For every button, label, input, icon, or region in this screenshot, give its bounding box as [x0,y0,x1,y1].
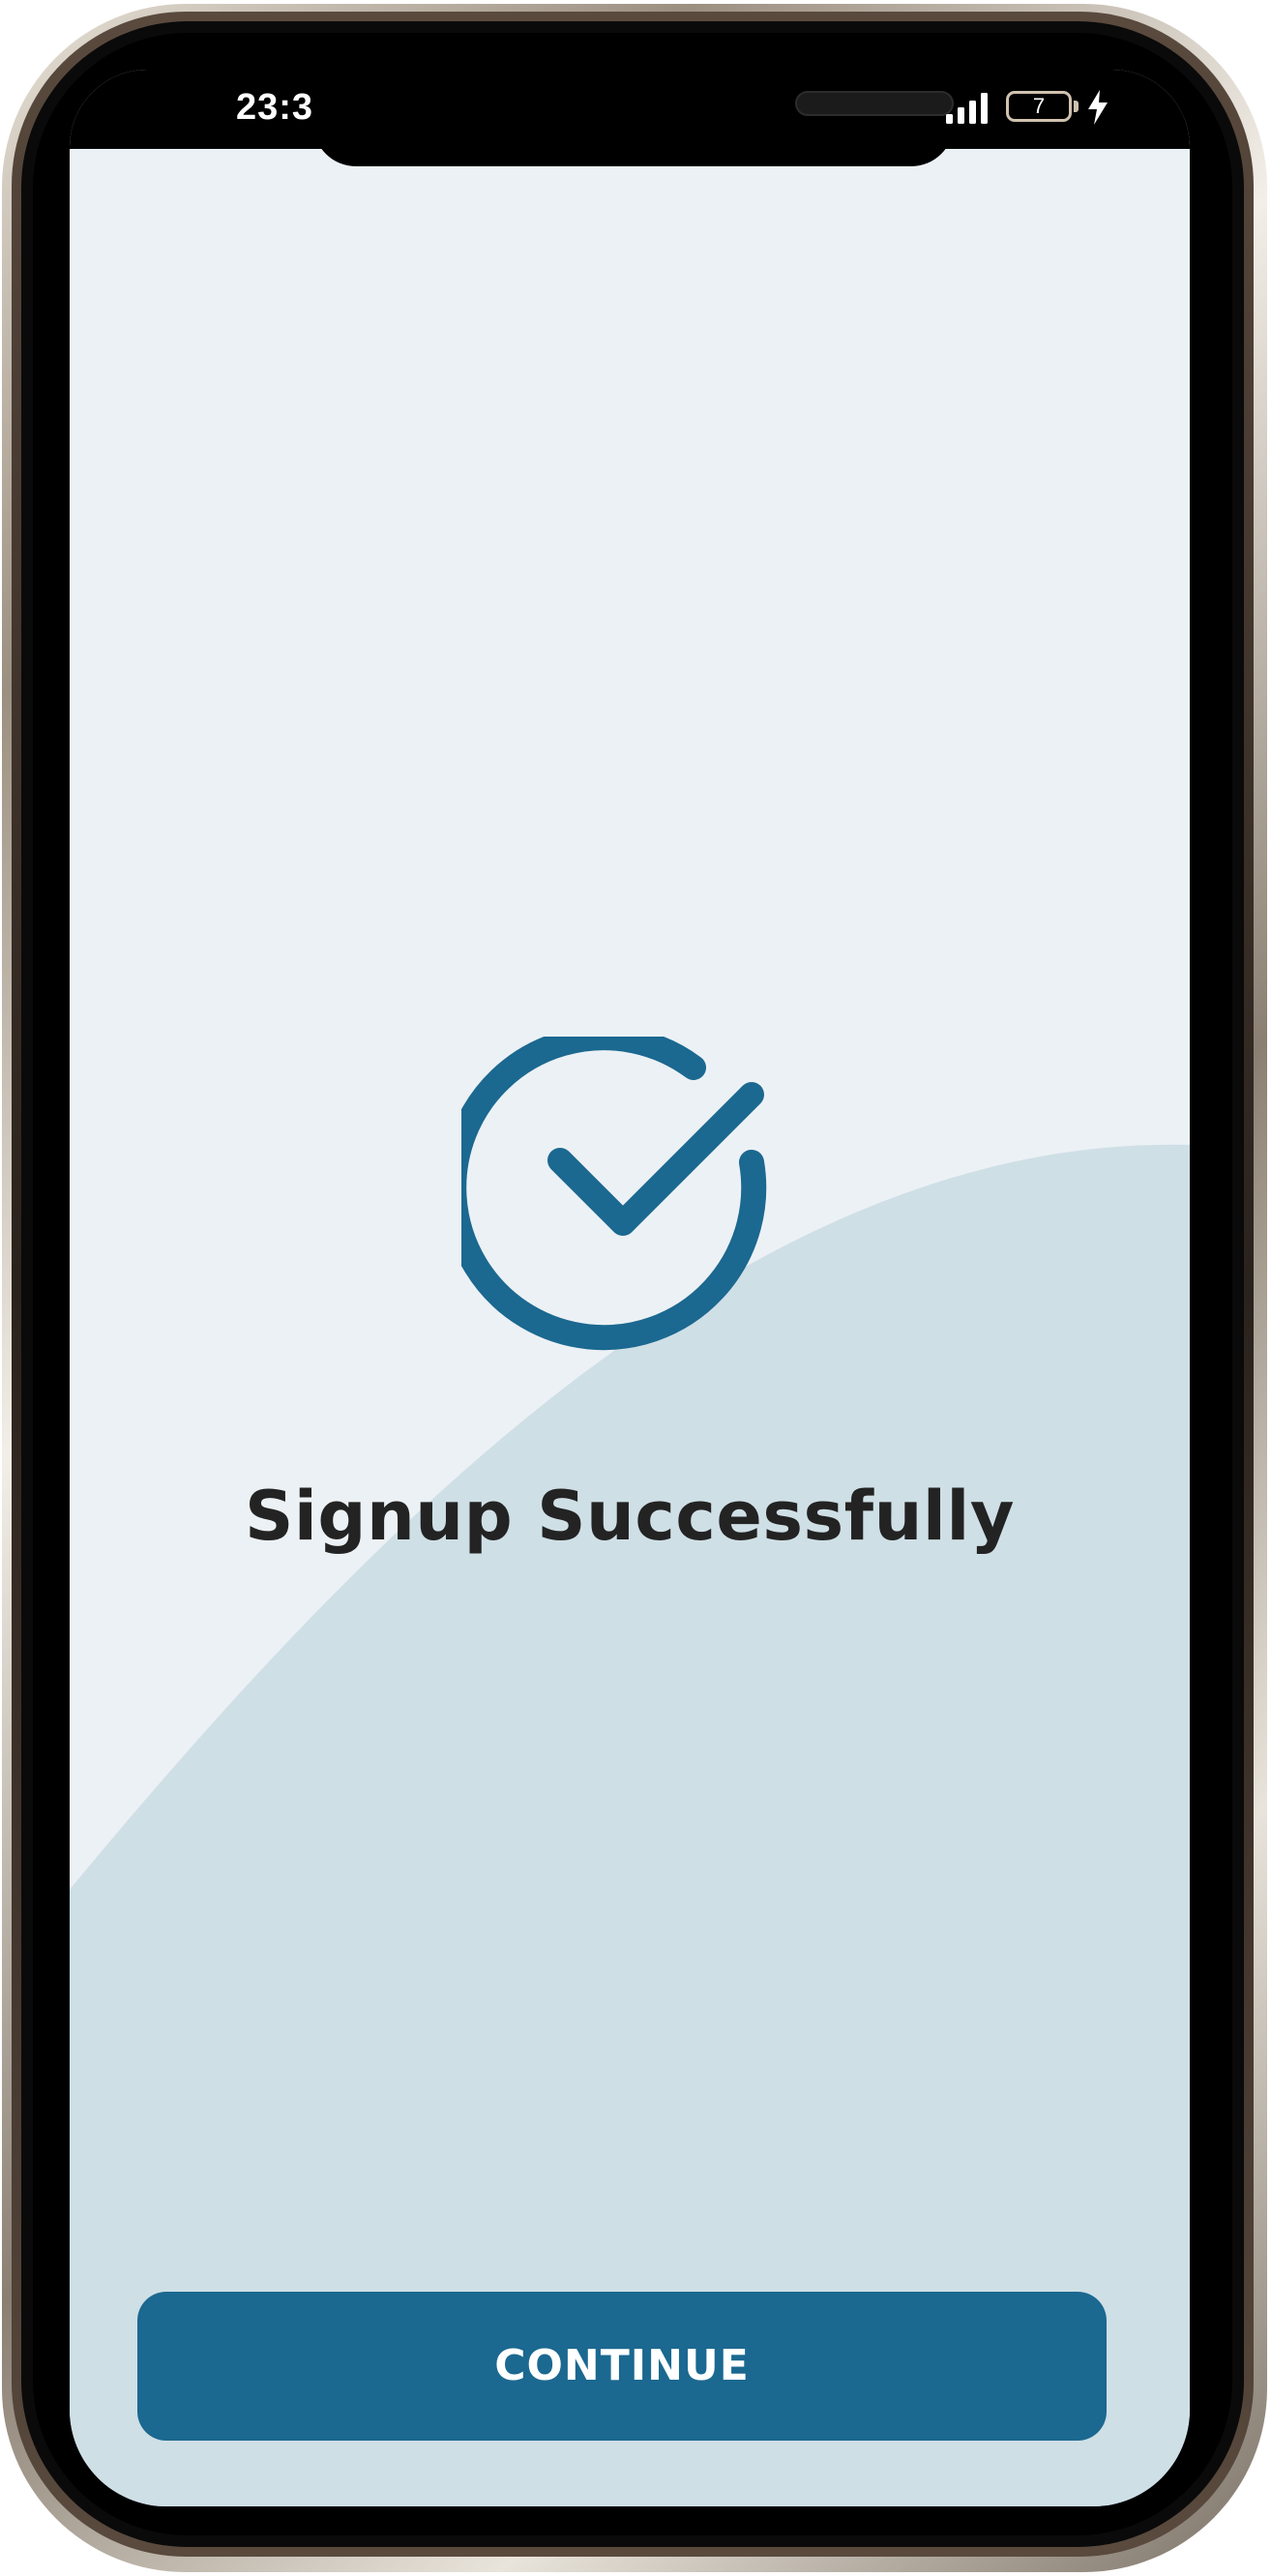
app-screen: 23:3 7 Signup Successfully CONTINUE [70,70,1190,2506]
device-stage: 23:3 7 Signup Successfully CONTINUE [0,0,1271,2576]
status-time: 23:3 [236,87,314,128]
charging-bolt-icon [1088,90,1108,125]
page-title: Signup Successfully [244,1477,1016,1556]
earpiece-speaker [795,91,954,116]
camera-notch [313,70,954,166]
battery-icon: 7 [1006,91,1072,122]
battery-tip [1074,101,1079,112]
signal-icon [946,93,988,124]
continue-button[interactable]: CONTINUE [137,2292,1107,2441]
check-circle-icon [461,1037,767,1351]
